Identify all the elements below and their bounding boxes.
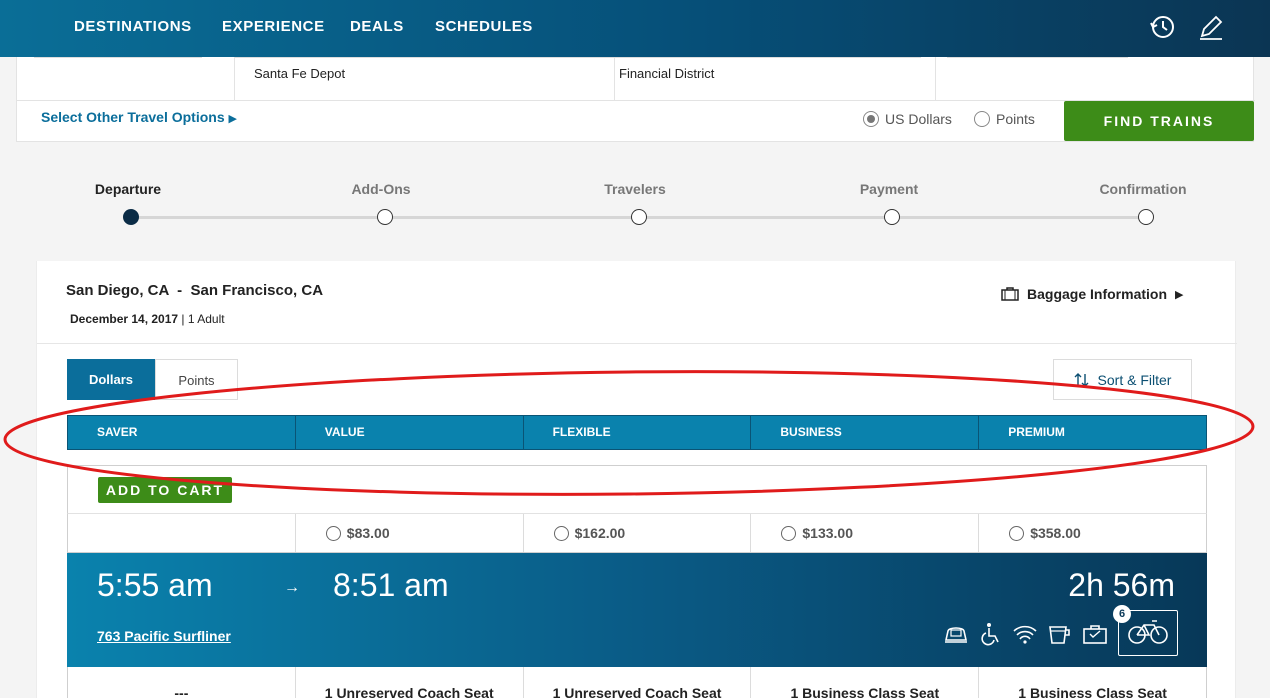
seat-saver: --- bbox=[68, 667, 296, 698]
cart-row: ADD TO CART bbox=[67, 465, 1207, 513]
baggage-icon[interactable] bbox=[1082, 622, 1108, 646]
price-radio[interactable] bbox=[553, 525, 569, 541]
wifi-icon[interactable] bbox=[1012, 622, 1038, 646]
step-payment-dot[interactable] bbox=[884, 209, 900, 225]
price-business-amount: $133.00 bbox=[802, 525, 853, 541]
travel-type-field[interactable] bbox=[17, 57, 235, 101]
trip-travelers: 1 Adult bbox=[187, 312, 225, 326]
train-number-link[interactable]: 763 Pacific Surfliner bbox=[97, 628, 231, 644]
price-value-amount: $83.00 bbox=[346, 525, 390, 541]
route-origin: San Diego, CA bbox=[66, 282, 169, 299]
from-field[interactable]: Santa Fe Depot bbox=[235, 57, 615, 101]
nav-schedules[interactable]: SCHEDULES bbox=[435, 18, 533, 35]
step-departure-label: Departure bbox=[94, 181, 162, 197]
fare-class-saver[interactable]: SAVER bbox=[68, 416, 296, 449]
tab-points[interactable]: Points bbox=[155, 359, 238, 400]
radio-selected[interactable] bbox=[863, 111, 879, 127]
fare-class-header: SAVER VALUE FLEXIBLE BUSINESS PREMIUM bbox=[67, 415, 1207, 450]
edit-icon[interactable] bbox=[1196, 12, 1226, 42]
to-field[interactable]: Financial District bbox=[615, 57, 936, 101]
route-destination: San Francisco, CA bbox=[190, 282, 324, 299]
price-premium[interactable]: $358.00 bbox=[979, 514, 1206, 552]
add-to-cart-button[interactable]: ADD TO CART bbox=[98, 477, 232, 503]
card-divider bbox=[37, 343, 1237, 344]
trip-duration: 2h 56m bbox=[1068, 567, 1175, 603]
step-confirmation-dot[interactable] bbox=[1138, 209, 1154, 225]
wheelchair-icon[interactable] bbox=[978, 622, 1004, 646]
step-travelers-label: Travelers bbox=[604, 181, 666, 197]
price-flexible-amount: $162.00 bbox=[574, 525, 626, 541]
departure-time: 5:55 am bbox=[97, 567, 213, 603]
price-radio[interactable] bbox=[325, 525, 341, 541]
route-separator: - bbox=[177, 282, 183, 299]
price-row: $83.00 $162.00 $133.00 $358.00 bbox=[67, 513, 1207, 553]
price-flexible[interactable]: $162.00 bbox=[524, 514, 752, 552]
arrow-right-icon: → bbox=[284, 579, 300, 596]
chevron-right-icon: ▶ bbox=[228, 113, 237, 125]
step-addons-dot[interactable] bbox=[377, 209, 393, 225]
chevron-right-icon: ▶ bbox=[1175, 288, 1184, 301]
seat-business: 1 Business Class Seat bbox=[751, 667, 980, 698]
step-confirmation-label: Confirmation bbox=[1099, 181, 1187, 197]
nav-deals[interactable]: DEALS bbox=[350, 18, 404, 35]
seat-value: 1 Unreserved Coach Seat bbox=[296, 667, 524, 698]
fare-class-value[interactable]: VALUE bbox=[296, 416, 524, 449]
sort-filter-label: Sort & Filter bbox=[1097, 371, 1172, 388]
top-navigation: DESTINATIONS EXPERIENCE DEALS SCHEDULES bbox=[0, 0, 1270, 57]
price-premium-amount: $358.00 bbox=[1030, 525, 1081, 541]
seat-icon[interactable] bbox=[943, 622, 969, 646]
step-payment-label: Payment bbox=[859, 181, 919, 197]
trip-date: December 14, 2017 bbox=[70, 312, 179, 326]
fare-class-flexible[interactable]: FLEXIBLE bbox=[524, 416, 752, 449]
trip-date-separator: | bbox=[181, 312, 185, 326]
from-station: Santa Fe Depot bbox=[254, 66, 346, 81]
progress-stepper: Departure Add-Ons Travelers Payment Conf… bbox=[0, 170, 1270, 230]
train-summary: 5:55 am → 8:51 am 2h 56m 763 Pacific Sur… bbox=[67, 553, 1207, 667]
price-radio[interactable] bbox=[781, 525, 797, 541]
date-field-edge bbox=[947, 57, 1128, 58]
fare-class-premium[interactable]: PREMIUM bbox=[979, 416, 1206, 449]
booking-panel: Santa Fe Depot Financial District Select… bbox=[16, 57, 1255, 142]
seat-type-row: --- 1 Unreserved Coach Seat 1 Unreserved… bbox=[67, 667, 1207, 698]
fare-class-business[interactable]: BUSINESS bbox=[751, 416, 980, 449]
price-business[interactable]: $133.00 bbox=[751, 514, 980, 552]
tab-dollars[interactable]: Dollars bbox=[67, 359, 155, 400]
radio-unselected[interactable] bbox=[974, 111, 990, 127]
nav-destinations[interactable]: DESTINATIONS bbox=[74, 18, 192, 35]
other-travel-options-link[interactable]: Select Other Travel Options ▶ bbox=[41, 109, 237, 125]
seat-premium: 1 Business Class Seat bbox=[1018, 685, 1167, 698]
find-trains-button[interactable]: FIND TRAINS bbox=[1064, 101, 1254, 141]
bike-count-badge: 6 bbox=[1113, 605, 1131, 623]
nav-experience[interactable]: EXPERIENCE bbox=[222, 18, 325, 35]
currency-usd-option[interactable]: US Dollars bbox=[863, 111, 952, 127]
step-addons-label: Add-Ons bbox=[351, 181, 411, 197]
history-icon[interactable] bbox=[1148, 12, 1178, 42]
baggage-icon bbox=[1001, 287, 1019, 301]
trip-route: San Diego, CA - San Francisco, CA bbox=[66, 282, 323, 299]
currency-points-option[interactable]: Points bbox=[974, 111, 1035, 127]
trip-details: December 14, 2017 | 1 Adult bbox=[70, 312, 225, 326]
step-departure-dot[interactable] bbox=[123, 209, 139, 225]
arrival-time: 8:51 am bbox=[333, 567, 449, 603]
bike-reservation-button[interactable]: 6 bbox=[1113, 605, 1178, 656]
step-travelers-dot[interactable] bbox=[631, 209, 647, 225]
seat-flexible: 1 Unreserved Coach Seat bbox=[524, 667, 752, 698]
results-card: San Diego, CA - San Francisco, CA Decemb… bbox=[36, 261, 1237, 698]
cafe-cup-icon[interactable] bbox=[1047, 622, 1073, 646]
sort-icon bbox=[1074, 372, 1089, 387]
baggage-information-label: Baggage Information bbox=[1027, 286, 1168, 302]
from-field-edge bbox=[235, 57, 615, 58]
sort-filter-button[interactable]: Sort & Filter bbox=[1053, 359, 1192, 400]
to-field-edge bbox=[615, 57, 921, 58]
other-travel-options-label: Select Other Travel Options bbox=[41, 109, 225, 125]
baggage-information-link[interactable]: Baggage Information ▶ bbox=[1001, 286, 1183, 302]
currency-usd-label: US Dollars bbox=[885, 111, 952, 127]
price-radio[interactable] bbox=[1009, 525, 1025, 541]
currency-points-label: Points bbox=[996, 111, 1035, 127]
price-value[interactable]: $83.00 bbox=[296, 514, 524, 552]
price-saver bbox=[68, 514, 296, 552]
to-station: Financial District bbox=[619, 66, 715, 81]
